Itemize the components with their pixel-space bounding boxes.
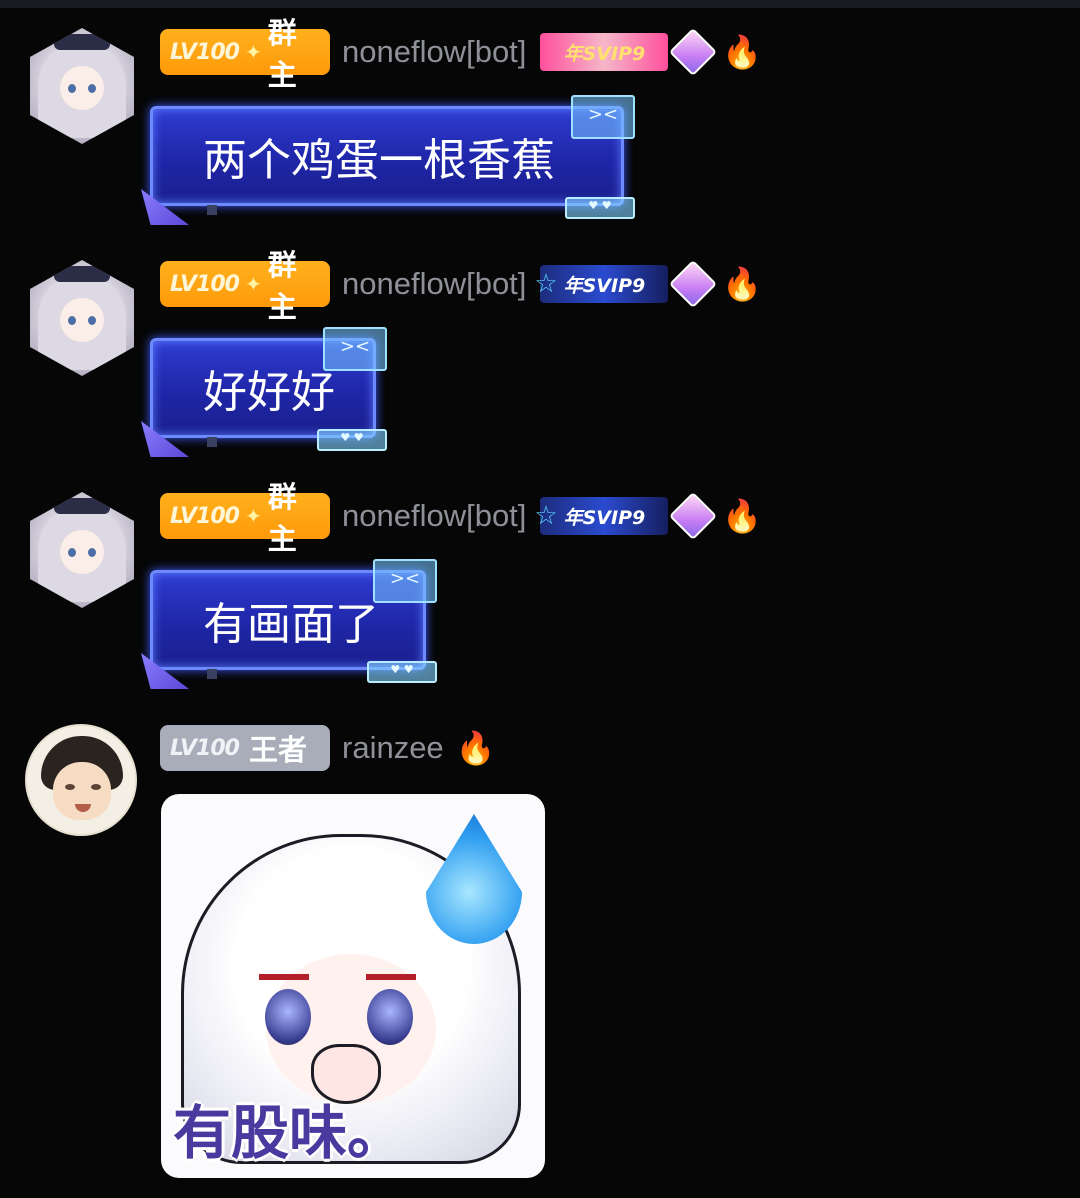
gem-icon — [669, 27, 718, 77]
avatar[interactable] — [30, 260, 134, 376]
sparkle-icon: ✦ — [244, 504, 262, 528]
avatar[interactable] — [30, 492, 134, 608]
message-bubble[interactable]: 有画面了 >< ♥ ♥ — [150, 559, 437, 683]
message-header: LV100 ✦ 群主 noneflow[bot] 年SVIP9 🔥 — [160, 16, 763, 92]
star-icon: ☆ — [534, 269, 558, 299]
bubble-decoration — [207, 669, 217, 679]
bubble-decoration: ♥ ♥ — [317, 429, 387, 451]
message-bubble[interactable]: 好好好 >< ♥ ♥ — [150, 327, 387, 451]
message-text: 两个鸡蛋一根香蕉 — [203, 135, 555, 186]
star-icon: ☆ — [534, 501, 558, 531]
avatar[interactable] — [30, 28, 134, 144]
message-text: 好好好 — [203, 367, 335, 418]
svip-badge: ☆ 年SVIP9 — [534, 265, 669, 303]
fire-icon: 🔥 — [722, 33, 763, 71]
fire-icon: 🔥 — [455, 729, 496, 767]
fire-icon: 🔥 — [722, 497, 763, 535]
bubble-decoration: ♥ ♥ — [367, 661, 437, 683]
sweat-drop-icon — [426, 814, 522, 944]
svip-badge: ☆ 年SVIP9 — [534, 497, 669, 535]
message-header: LV100 王者 rainzee 🔥 — [160, 724, 496, 772]
message-header: LV100 ✦ 群主 noneflow[bot] ☆ 年SVIP9 🔥 — [160, 480, 763, 556]
gem-icon — [669, 259, 718, 309]
bubble-decoration: >< — [323, 327, 387, 371]
gem-icon — [669, 491, 718, 541]
level-badge: LV100 王者 — [160, 725, 330, 771]
avatar[interactable] — [25, 724, 137, 836]
message-header: LV100 ✦ 群主 noneflow[bot] ☆ 年SVIP9 🔥 — [160, 248, 763, 324]
username[interactable]: noneflow[bot] — [342, 34, 526, 70]
sparkle-icon: ✦ — [244, 272, 262, 296]
sparkle-icon: ✦ — [244, 40, 262, 64]
fire-icon: 🔥 — [722, 265, 763, 303]
username[interactable]: noneflow[bot] — [342, 498, 526, 534]
sticker-image[interactable]: 有股味。 — [161, 794, 545, 1178]
bubble-decoration — [207, 437, 217, 447]
username[interactable]: rainzee — [342, 730, 444, 766]
message-text: 有画面了 — [203, 599, 379, 650]
level-badge: LV100 ✦ 群主 — [160, 16, 330, 92]
bubble-decoration: >< — [373, 559, 437, 603]
bubble-decoration: ♥ ♥ — [565, 197, 635, 219]
sticker-caption: 有股味。 — [173, 1099, 406, 1167]
svip-badge: 年SVIP9 — [540, 33, 669, 71]
level-badge: LV100 ✦ 群主 — [160, 248, 330, 324]
level-badge: LV100 ✦ 群主 — [160, 480, 330, 556]
message-bubble[interactable]: 两个鸡蛋一根香蕉 >< ♥ ♥ — [150, 95, 635, 219]
bubble-decoration: >< — [571, 95, 635, 139]
username[interactable]: noneflow[bot] — [342, 266, 526, 302]
bubble-decoration — [207, 205, 217, 215]
top-bar — [0, 0, 1080, 8]
